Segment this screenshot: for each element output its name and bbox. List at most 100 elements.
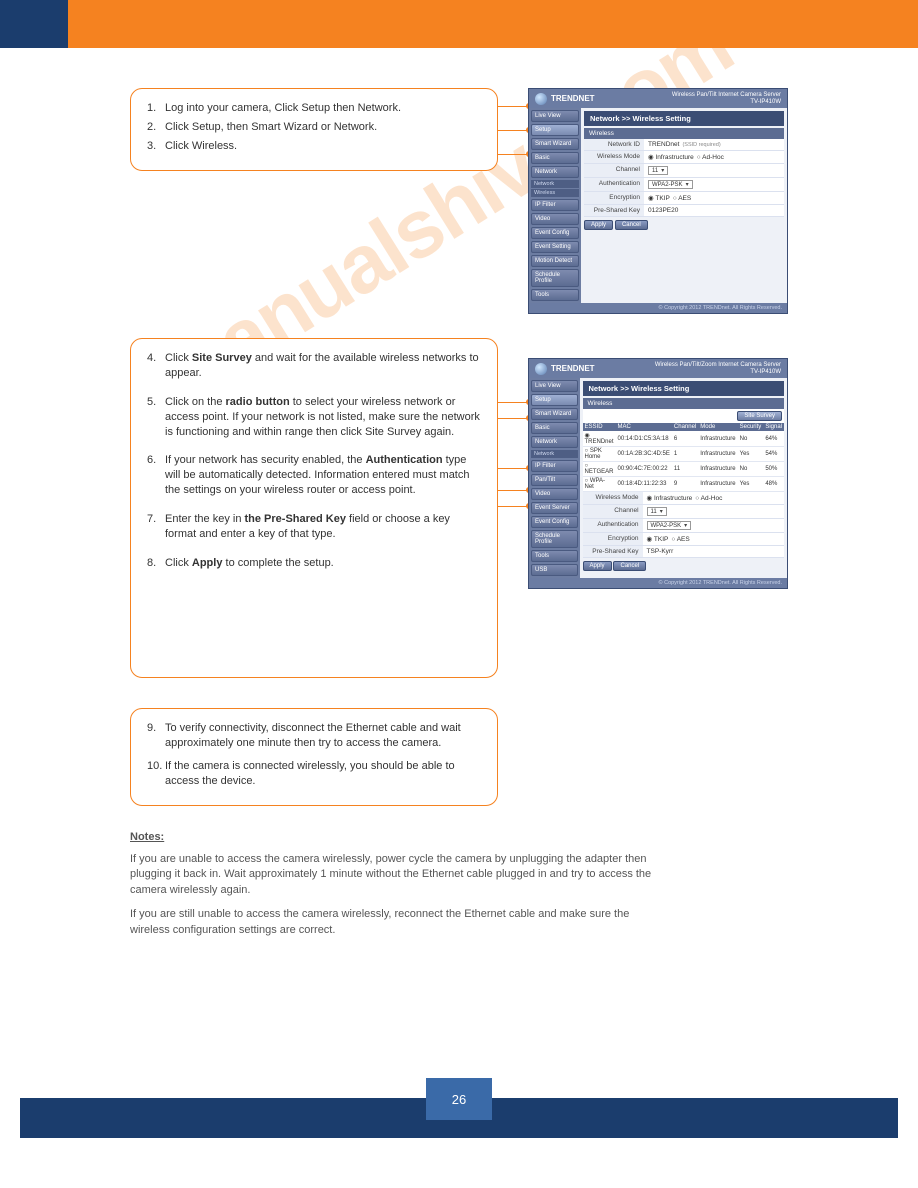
nav-item[interactable]: Video (531, 488, 578, 500)
note-line: If you are unable to access the camera w… (130, 852, 660, 900)
select[interactable]: 11 (647, 507, 667, 516)
nav-subitem[interactable]: Network (531, 180, 579, 188)
brand-globe-icon (535, 93, 547, 105)
field-label: Encryption (584, 192, 644, 204)
nav-item[interactable]: Tools (531, 289, 579, 301)
col-header: Channel (672, 423, 698, 431)
field-value[interactable]: TSP-Kyrr (647, 548, 674, 555)
field-label: Channel (584, 164, 644, 177)
nav-item[interactable]: Event Config (531, 227, 579, 239)
nav-subitem[interactable]: Wireless (531, 189, 579, 197)
table-row[interactable]: ◉ TRENDnet00:14:D1:C5:3A:186Infrastructu… (583, 431, 784, 447)
step-num: 8. (147, 556, 165, 571)
step-num: 2. (147, 120, 165, 135)
row-step-block-3: 9.To verify connectivity, disconnect the… (130, 708, 798, 805)
brand-logo: TRENDNET (535, 363, 595, 375)
nav-item[interactable]: Smart Wizard (531, 408, 578, 420)
model-label: Wireless Pan/Tilt/Zoom Internet Camera S… (655, 362, 781, 375)
notes-title: Notes: (130, 830, 164, 846)
field-value[interactable]: 0123PE20 (648, 207, 678, 214)
callout-box-3: 9.To verify connectivity, disconnect the… (130, 708, 498, 805)
nav-item[interactable]: Video (531, 213, 579, 225)
brand-globe-icon (535, 363, 547, 375)
radio-option[interactable]: Infrastructure (647, 494, 693, 502)
panel-section: Wireless (584, 128, 784, 139)
nav-item[interactable]: IP Filter (531, 460, 578, 472)
nav-item[interactable]: Network (531, 166, 579, 178)
step-text: Enter the key in the Pre-Shared Key fiel… (165, 512, 481, 542)
screenshot-1: TRENDNET Wireless Pan/Tilt Internet Came… (528, 88, 788, 314)
field-value[interactable]: TRENDnet (648, 141, 679, 148)
step-num: 4. (147, 351, 165, 381)
table-row[interactable]: ○ WPA-Net00:18:4D:11:22:339Infrastructur… (583, 477, 784, 492)
step-text: Click Site Survey and wait for the avail… (165, 351, 481, 381)
nav-item[interactable]: Live View (531, 380, 578, 392)
nav-item[interactable]: Event Config (531, 516, 578, 528)
select[interactable]: 11 (648, 166, 668, 175)
nav-item[interactable]: Smart Wizard (531, 138, 579, 150)
field-label: Pre-Shared Key (584, 205, 644, 216)
radio-option[interactable]: TKIP (647, 535, 669, 543)
field-label: Channel (583, 505, 643, 518)
screenshot-nav: Live View Setup Smart Wizard Basic Netwo… (529, 378, 580, 578)
field-label: Authentication (583, 519, 643, 532)
panel-section: Wireless (583, 398, 784, 409)
radio-option[interactable]: AES (671, 536, 689, 543)
step-num: 10. (147, 759, 165, 789)
note-line: If you are still unable to access the ca… (130, 907, 660, 939)
screenshot-panel: Network >> Wireless Setting Wireless Sit… (580, 378, 787, 578)
step-num: 1. (147, 101, 165, 116)
nav-subitem[interactable]: Network (531, 450, 578, 458)
col-header: Mode (698, 423, 737, 431)
page-footer: 26 (0, 1078, 918, 1138)
nav-item[interactable]: Tools (531, 550, 578, 562)
cancel-button[interactable]: Cancel (615, 220, 648, 230)
step-num: 9. (147, 721, 165, 751)
nav-item[interactable]: Basic (531, 422, 578, 434)
nav-item[interactable]: IP Filter (531, 199, 579, 211)
select[interactable]: WPA2-PSK (648, 180, 693, 189)
col-header: Security (738, 423, 764, 431)
step-num: 3. (147, 139, 165, 154)
apply-button[interactable]: Apply (584, 220, 613, 230)
apply-button[interactable]: Apply (583, 561, 612, 571)
radio-option[interactable]: Ad-Hoc (695, 495, 722, 502)
screenshot-nav: Live View Setup Smart Wizard Basic Netwo… (529, 108, 581, 303)
nav-item[interactable]: Schedule Profile (531, 530, 578, 548)
nav-item[interactable]: Live View (531, 110, 579, 122)
step-text: If the camera is connected wirelessly, y… (165, 759, 481, 789)
nav-item[interactable]: Basic (531, 152, 579, 164)
screenshot-panel: Network >> Wireless Setting Wireless Net… (581, 108, 787, 303)
radio-option[interactable]: Infrastructure (648, 153, 694, 161)
table-row[interactable]: ○ SPK Home00:1A:2B:3C:4D:5E1Infrastructu… (583, 447, 784, 462)
nav-item[interactable]: Schedule Profile (531, 269, 579, 287)
site-survey-button[interactable]: Site Survey (737, 411, 782, 421)
step-text: If your network has security enabled, th… (165, 453, 481, 498)
nav-item[interactable]: Setup (531, 394, 578, 406)
cancel-button[interactable]: Cancel (613, 561, 646, 571)
col-header: ESSID (583, 423, 616, 431)
nav-item[interactable]: Event Server (531, 502, 578, 514)
field-label: Authentication (584, 178, 644, 191)
step-text: Log into your camera, Click Setup then N… (165, 101, 481, 116)
model-label: Wireless Pan/Tilt Internet Camera Server… (672, 92, 781, 105)
nav-item[interactable]: Network (531, 436, 578, 448)
radio-option[interactable]: TKIP (648, 194, 670, 202)
field-label: Wireless Mode (583, 492, 643, 504)
table-row[interactable]: ○ NETGEAR00:90:4C:7E:00:2211Infrastructu… (583, 462, 784, 477)
nav-item[interactable]: Motion Detect (531, 255, 579, 267)
field-hint: (SSID required) (682, 142, 720, 148)
page-number: 26 (452, 1092, 466, 1107)
nav-item[interactable]: Pan/Tilt (531, 474, 578, 486)
select[interactable]: WPA2-PSK (647, 521, 692, 530)
nav-item[interactable]: USB (531, 564, 578, 576)
radio-option[interactable]: AES (673, 195, 691, 202)
notes-block: Notes: If you are unable to access the c… (130, 830, 660, 940)
radio-option[interactable]: Ad-Hoc (697, 154, 724, 161)
step-num: 5. (147, 395, 165, 440)
step-num: 7. (147, 512, 165, 542)
nav-item[interactable]: Event Setting (531, 241, 579, 253)
step-text: To verify connectivity, disconnect the E… (165, 721, 481, 751)
row-step-block-2: 4.Click Site Survey and wait for the ava… (130, 338, 798, 678)
nav-item[interactable]: Setup (531, 124, 579, 136)
